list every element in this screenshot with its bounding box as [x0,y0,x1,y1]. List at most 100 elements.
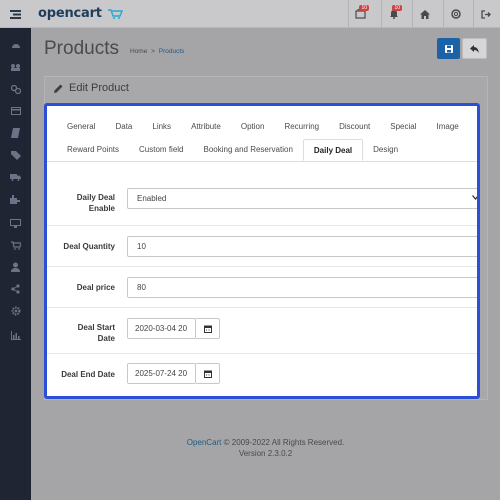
tabs-divider [47,161,477,162]
tab-attribute[interactable]: Attribute [181,116,231,138]
sidebar-item-reports[interactable] [0,326,31,344]
opencart-logo[interactable]: opencart [38,6,124,21]
deal-end-date-input[interactable]: 2025-07-24 20 [127,363,196,384]
deal-enable-select[interactable]: Enabled [127,188,477,209]
form-row-deal-end: Deal End Date 2025-07-24 20 [47,354,477,396]
orders-badge: 10 [359,5,369,11]
deal-price-label: Deal price [76,283,115,292]
form-row-deal-enable: Daily Deal Enable Enabled [47,178,477,226]
deal-quantity-input[interactable]: 10 [127,236,477,257]
sidebar-item-shipping[interactable] [0,168,31,186]
logout-icon [480,9,491,19]
tab-design[interactable]: Design [363,139,408,161]
home-icon [419,9,430,19]
tab-special[interactable]: Special [380,116,426,138]
breadcrumb-separator: > [151,48,155,55]
catalog-icon [11,64,20,71]
menu-icon [10,9,21,19]
reply-icon [470,44,479,53]
tab-links[interactable]: Links [142,116,181,138]
back-button[interactable] [462,38,487,59]
panel-heading: Edit Product [54,82,129,94]
sidebar-item-plugins[interactable] [0,190,31,208]
calendar-icon [203,370,212,378]
opencart-link[interactable]: OpenCart [187,438,222,447]
tab-discount[interactable]: Discount [329,116,380,138]
panel-heading-text: Edit Product [69,82,129,94]
sidebar-item-customers[interactable] [0,258,31,276]
form-row-deal-price: Deal price 80 [47,267,477,308]
sidebar-item-tags[interactable] [0,146,31,164]
footer-version: Version 2.3.0.2 [238,449,293,458]
reports-icon [10,330,21,340]
deal-enable-label-line2: Enable [88,204,115,213]
breadcrumb-current[interactable]: Products [159,48,185,55]
sidebar-item-settings[interactable] [0,302,31,320]
deal-quantity-label: Deal Quantity [63,242,115,251]
deal-enable-label-line1: Daily Deal [76,193,115,202]
tab-image[interactable]: Image [427,116,469,138]
display-icon [10,218,21,228]
deal-start-label: Deal Start Date [78,322,115,344]
tabs-row-1: General Data Links Attribute Option Recu… [57,116,469,138]
plugin-icon [10,195,20,204]
product-form-area: General Data Links Attribute Option Recu… [44,103,480,399]
alerts-badge: 10 [392,5,402,11]
sidebar-item-display[interactable] [0,214,31,232]
logout-button[interactable] [473,0,497,28]
cart-logo-icon [108,8,124,19]
deal-end-calendar-button[interactable] [196,363,220,384]
user-icon [11,262,20,272]
deal-start-date-input[interactable]: 2020-03-04 20 [127,318,196,339]
deal-enable-label: Daily Deal Enable [77,192,115,214]
tab-booking-reservation[interactable]: Booking and Reservation [194,139,303,161]
sidebar-item-dashboard[interactable] [0,36,31,54]
tab-custom-field[interactable]: Custom field [129,139,193,161]
page-title: Products [44,38,119,59]
form-row-deal-quantity: Deal Quantity 10 [47,226,477,267]
deal-price-input[interactable]: 80 [127,277,477,298]
sidebar-item-catalog[interactable] [0,58,31,76]
tab-data[interactable]: Data [105,116,142,138]
deal-start-label-line2: Date [97,334,115,343]
menu-toggle-button[interactable] [0,0,31,28]
support-icon [450,9,461,19]
alerts-button[interactable]: 10 [381,0,405,28]
shipping-icon [10,174,21,181]
sidebar-item-cart[interactable] [0,236,31,254]
settings-icon [10,306,21,316]
sidebar [0,28,31,500]
breadcrumb-home[interactable]: Home [130,48,147,55]
form-row-deal-start: Deal Start Date 2020-03-04 20 [47,308,477,354]
tab-reward-points[interactable]: Reward Points [57,139,129,161]
sidebar-item-extensions[interactable] [0,80,31,98]
dashboard-icon [11,43,20,48]
support-button[interactable] [443,0,467,28]
sidebar-item-marketing[interactable] [0,280,31,298]
orders-button[interactable]: 10 [348,0,372,28]
pencil-icon [54,84,63,93]
save-icon [444,44,453,53]
save-button[interactable] [437,38,460,59]
share-icon [11,284,20,294]
cart-icon [10,240,21,250]
tags-icon [10,150,21,160]
home-button[interactable] [412,0,436,28]
tab-option[interactable]: Option [231,116,275,138]
footer-copyright: OpenCart © 2009-2022 All Rights Reserved… [31,438,500,447]
copyright-text: © 2009-2022 All Rights Reserved. [221,438,345,447]
deal-start-calendar-button[interactable] [196,318,220,339]
deal-end-label: Deal End Date [61,370,115,379]
sales-icon [11,128,20,138]
sidebar-item-sales[interactable] [0,124,31,142]
deal-start-label-line1: Deal Start [77,323,115,332]
deal-enable-value: Enabled [137,194,167,203]
top-header: opencart 10 10 [0,0,500,28]
tab-general[interactable]: General [57,116,105,138]
tabs-row-2: Reward Points Custom field Booking and R… [57,139,408,161]
tab-daily-deal[interactable]: Daily Deal [302,139,364,161]
design-icon [10,107,21,115]
sidebar-item-design[interactable] [0,102,31,120]
calendar-icon [203,325,212,333]
tab-recurring[interactable]: Recurring [274,116,329,138]
